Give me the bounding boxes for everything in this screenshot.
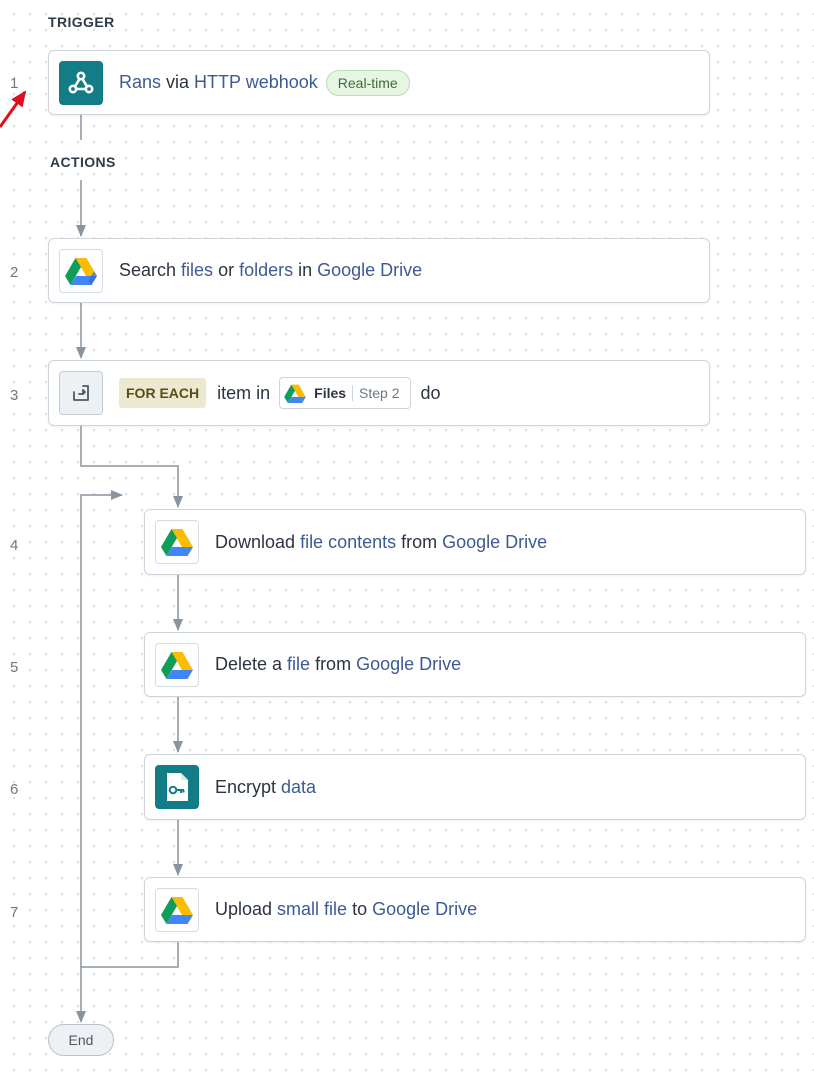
- step-number: 3: [10, 387, 19, 404]
- datapill-divider: [352, 385, 354, 401]
- webhook-icon: [59, 60, 103, 105]
- object-link[interactable]: small file: [277, 899, 347, 920]
- app-link[interactable]: Google Drive: [442, 532, 547, 553]
- app-link[interactable]: Google Drive: [317, 260, 422, 281]
- repeat-icon: [59, 371, 103, 415]
- object-link[interactable]: data: [281, 777, 316, 798]
- step-1-trigger-card[interactable]: Rans via HTTP webhook Real-time: [48, 50, 710, 115]
- step-text: Search: [119, 260, 182, 280]
- object-link[interactable]: file: [287, 654, 310, 675]
- step-number: 2: [10, 264, 19, 281]
- end-node[interactable]: End: [48, 1024, 114, 1056]
- datapill-files[interactable]: Files Step 2: [279, 377, 411, 409]
- step-text: or: [213, 260, 240, 280]
- realtime-badge: Real-time: [325, 69, 410, 96]
- step-number: 1: [10, 75, 19, 92]
- step-2-action-card[interactable]: Search files or folders in Google Drive: [48, 238, 710, 303]
- datapill-label: Files: [314, 385, 347, 401]
- encrypt-file-icon: [155, 765, 199, 809]
- app-link[interactable]: Google Drive: [372, 899, 477, 920]
- google-drive-icon: [284, 384, 306, 403]
- step-text: from: [310, 654, 357, 674]
- step-text: do: [420, 382, 441, 403]
- object-link[interactable]: folders: [239, 260, 293, 281]
- step-text: Encrypt: [215, 776, 282, 797]
- step-text: in: [293, 260, 318, 280]
- step-number: 6: [10, 781, 19, 798]
- foreach-keyword: FOR EACH: [119, 378, 207, 408]
- step-7-action-card[interactable]: Upload small file to Google Drive: [144, 877, 806, 942]
- object-link[interactable]: file contents: [300, 532, 396, 553]
- trigger-event-link[interactable]: HTTP webhook: [194, 72, 318, 93]
- annotation-arrow: [0, 90, 27, 128]
- step-3-foreach-card[interactable]: FOR EACH item in Files Step 2 do: [48, 360, 710, 426]
- object-link[interactable]: files: [181, 260, 213, 281]
- trigger-section-label: TRIGGER: [48, 14, 115, 30]
- step-text: via: [161, 72, 195, 92]
- actions-section-label: ACTIONS: [50, 154, 116, 170]
- step-text: Download: [215, 531, 301, 552]
- step-number: 4: [10, 537, 19, 554]
- datapill-step: Step 2: [359, 385, 400, 401]
- step-6-action-card[interactable]: Encrypt data: [144, 754, 806, 820]
- step-text: Delete a: [215, 654, 288, 674]
- step-5-action-card[interactable]: Delete a file from Google Drive: [144, 632, 806, 697]
- step-number: 5: [10, 659, 19, 676]
- google-drive-icon: [155, 642, 199, 687]
- step-text: to: [347, 899, 373, 919]
- step-text: Upload: [215, 899, 278, 919]
- google-drive-icon: [155, 520, 199, 564]
- google-drive-icon: [59, 248, 103, 293]
- step-4-action-card[interactable]: Download file contents from Google Drive: [144, 509, 806, 575]
- step-number: 7: [10, 904, 19, 921]
- step-text: from: [396, 531, 443, 552]
- google-drive-icon: [155, 887, 199, 932]
- app-link[interactable]: Google Drive: [356, 654, 461, 675]
- step-text: item in: [217, 382, 271, 403]
- trigger-app-name[interactable]: Rans: [119, 72, 161, 93]
